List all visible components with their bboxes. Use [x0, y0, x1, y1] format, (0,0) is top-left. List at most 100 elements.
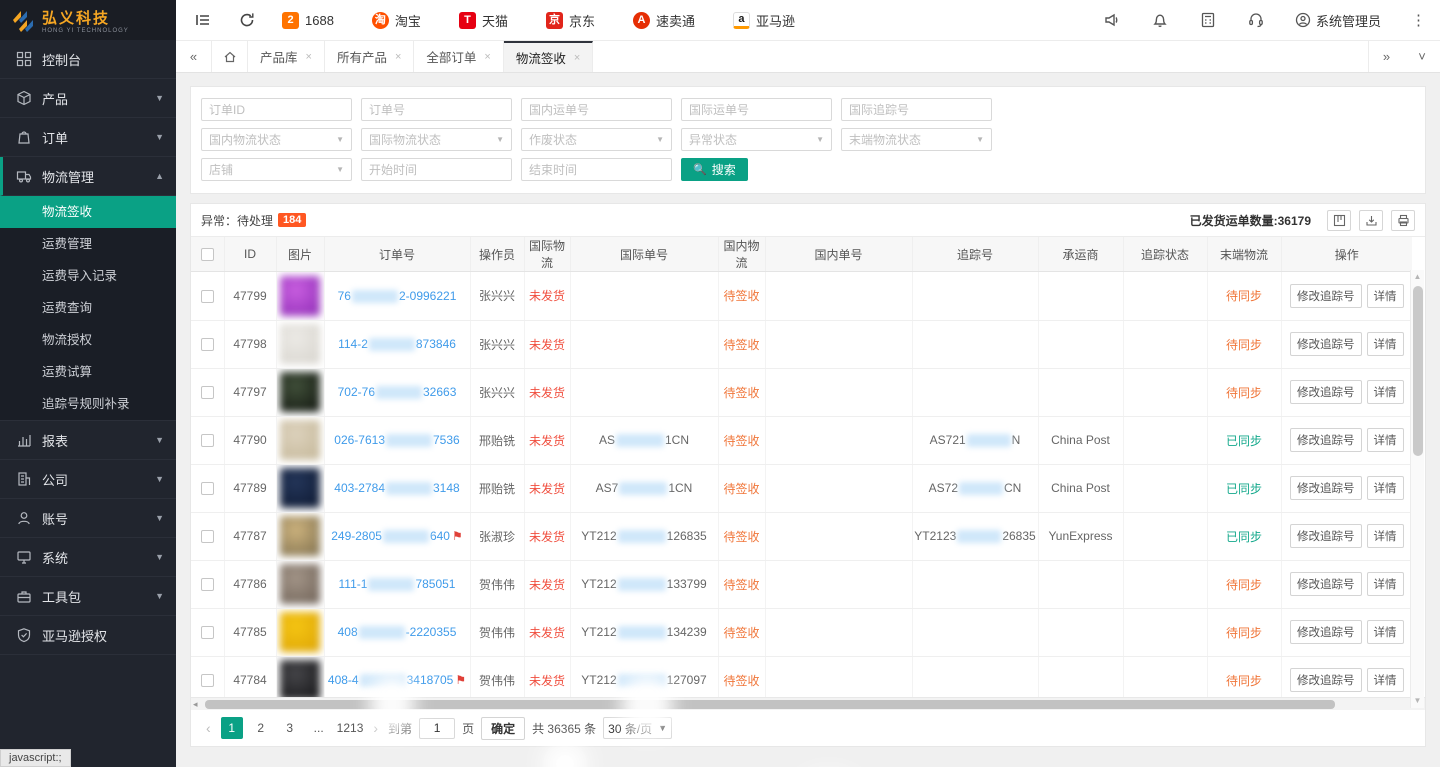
sidebar-item-logistics[interactable]: 物流管理▲ — [0, 157, 176, 196]
marketplace-amazon[interactable]: a亚马逊 — [733, 11, 795, 30]
submenu-item[interactable]: 运费导入记录 — [0, 260, 176, 292]
vscroll-up-arrow[interactable]: ▲ — [1411, 270, 1424, 284]
order-number-link[interactable]: 111-1785051 — [339, 577, 456, 591]
home-tab[interactable] — [212, 41, 248, 72]
product-image[interactable] — [280, 612, 320, 652]
close-tab-icon[interactable]: × — [484, 51, 490, 63]
notification-bell-icon[interactable] — [1151, 11, 1169, 29]
row-checkbox[interactable] — [201, 530, 214, 543]
sidebar-item-toolbox[interactable]: 工具包▼ — [0, 577, 176, 616]
marketplace-taobao[interactable]: 淘淘宝 — [372, 11, 421, 30]
filter-input[interactable] — [841, 98, 992, 121]
row-checkbox[interactable] — [201, 626, 214, 639]
vscroll-down-arrow[interactable]: ▼ — [1411, 694, 1424, 708]
detail-button[interactable]: 详情 — [1367, 668, 1404, 692]
row-checkbox[interactable] — [201, 578, 214, 591]
more-menu-icon[interactable]: ⋮ — [1411, 11, 1426, 29]
filter-select[interactable]: 国际物流状态▼ — [361, 128, 512, 151]
sidebar-item-order[interactable]: 订单▼ — [0, 118, 176, 157]
submenu-item[interactable]: 运费试算 — [0, 356, 176, 388]
horizontal-scrollbar[interactable]: ◂ — [191, 697, 1425, 710]
sidebar-item-report[interactable]: 报表▼ — [0, 421, 176, 460]
page-number[interactable]: 2 — [250, 717, 272, 739]
search-button[interactable]: 🔍搜索 — [681, 158, 748, 181]
order-number-link[interactable]: 026-76137536 — [334, 433, 459, 447]
marketplace-aliexpress[interactable]: A速卖通 — [633, 11, 695, 30]
page-number[interactable]: 1 — [221, 717, 243, 739]
tab-全部订单[interactable]: 全部订单× — [414, 41, 503, 72]
vertical-scrollbar[interactable]: ▲ ▼ — [1410, 270, 1424, 708]
row-checkbox[interactable] — [201, 434, 214, 447]
sidebar-item-product[interactable]: 产品▼ — [0, 79, 176, 118]
tabs-scroll-right[interactable]: » — [1368, 41, 1404, 72]
order-number-link[interactable]: 408-43418705 — [328, 673, 453, 687]
user-menu[interactable]: 系统管理员 — [1295, 11, 1381, 30]
filter-input[interactable] — [361, 158, 512, 181]
submenu-item[interactable]: 物流授权 — [0, 324, 176, 356]
product-image[interactable] — [280, 276, 320, 316]
row-checkbox[interactable] — [201, 482, 214, 495]
close-tab-icon[interactable]: × — [574, 52, 580, 64]
marketplace-tmall[interactable]: T天猫 — [459, 11, 508, 30]
filter-input[interactable] — [361, 98, 512, 121]
product-image[interactable] — [280, 468, 320, 508]
marketplace-jd[interactable]: 京京东 — [546, 11, 595, 30]
order-number-link[interactable]: 249-2805640 — [331, 529, 450, 543]
prev-page-button[interactable]: ‹ — [203, 720, 214, 736]
detail-button[interactable]: 详情 — [1367, 284, 1404, 308]
next-page-button[interactable]: › — [370, 720, 381, 736]
export-button[interactable] — [1359, 210, 1383, 231]
modify-tracking-button[interactable]: 修改追踪号 — [1290, 284, 1362, 308]
customer-service-icon[interactable] — [1247, 11, 1265, 29]
modify-tracking-button[interactable]: 修改追踪号 — [1290, 668, 1362, 692]
modify-tracking-button[interactable]: 修改追踪号 — [1290, 428, 1362, 452]
product-image[interactable] — [280, 516, 320, 556]
detail-button[interactable]: 详情 — [1367, 572, 1404, 596]
modify-tracking-button[interactable]: 修改追踪号 — [1290, 572, 1362, 596]
product-image[interactable] — [280, 372, 320, 412]
goto-confirm-button[interactable]: 确定 — [481, 717, 525, 740]
detail-button[interactable]: 详情 — [1367, 428, 1404, 452]
submenu-item[interactable]: 运费管理 — [0, 228, 176, 260]
select-all-header[interactable] — [191, 237, 224, 272]
product-image[interactable] — [280, 660, 320, 697]
modify-tracking-button[interactable]: 修改追踪号 — [1290, 620, 1362, 644]
tab-产品库[interactable]: 产品库× — [248, 41, 325, 72]
collapse-sidebar-icon[interactable] — [194, 11, 212, 29]
detail-button[interactable]: 详情 — [1367, 332, 1404, 356]
tab-物流签收[interactable]: 物流签收× — [504, 41, 593, 72]
submenu-item[interactable]: 运费查询 — [0, 292, 176, 324]
submenu-item[interactable]: 物流签收 — [0, 196, 176, 228]
filter-input[interactable] — [521, 98, 672, 121]
filter-select[interactable]: 末端物流状态▼ — [841, 128, 992, 151]
filter-input[interactable] — [681, 98, 832, 121]
page-number[interactable]: 1213 — [337, 717, 364, 739]
product-image[interactable] — [280, 324, 320, 364]
detail-button[interactable]: 详情 — [1367, 380, 1404, 404]
order-number-link[interactable]: 403-27843148 — [334, 481, 459, 495]
sidebar-item-company[interactable]: 公司▼ — [0, 460, 176, 499]
submenu-item[interactable]: 追踪号规则补录 — [0, 388, 176, 420]
product-image[interactable] — [280, 564, 320, 604]
filter-select[interactable]: 异常状态▼ — [681, 128, 832, 151]
tab-所有产品[interactable]: 所有产品× — [325, 41, 414, 72]
row-checkbox[interactable] — [201, 338, 214, 351]
close-tab-icon[interactable]: × — [306, 51, 312, 63]
modify-tracking-button[interactable]: 修改追踪号 — [1290, 524, 1362, 548]
row-checkbox[interactable] — [201, 674, 214, 687]
sidebar-item-system[interactable]: 系统▼ — [0, 538, 176, 577]
tabs-scroll-left[interactable]: « — [176, 41, 212, 72]
filter-input[interactable] — [201, 98, 352, 121]
column-settings-button[interactable] — [1327, 210, 1351, 231]
hscroll-thumb[interactable] — [205, 700, 1335, 709]
announcement-icon[interactable] — [1103, 11, 1121, 29]
product-image[interactable] — [280, 420, 320, 460]
sidebar-item-shield[interactable]: 亚马逊授权 — [0, 616, 176, 655]
select-all-checkbox[interactable] — [201, 248, 214, 261]
sidebar-item-account[interactable]: 账号▼ — [0, 499, 176, 538]
refresh-icon[interactable] — [238, 11, 256, 29]
tabs-dropdown-icon[interactable]: ˅ — [1404, 41, 1440, 72]
order-number-link[interactable]: 702-7632663 — [338, 385, 457, 399]
vscroll-thumb[interactable] — [1413, 286, 1423, 456]
filter-select[interactable]: 店铺▼ — [201, 158, 352, 181]
